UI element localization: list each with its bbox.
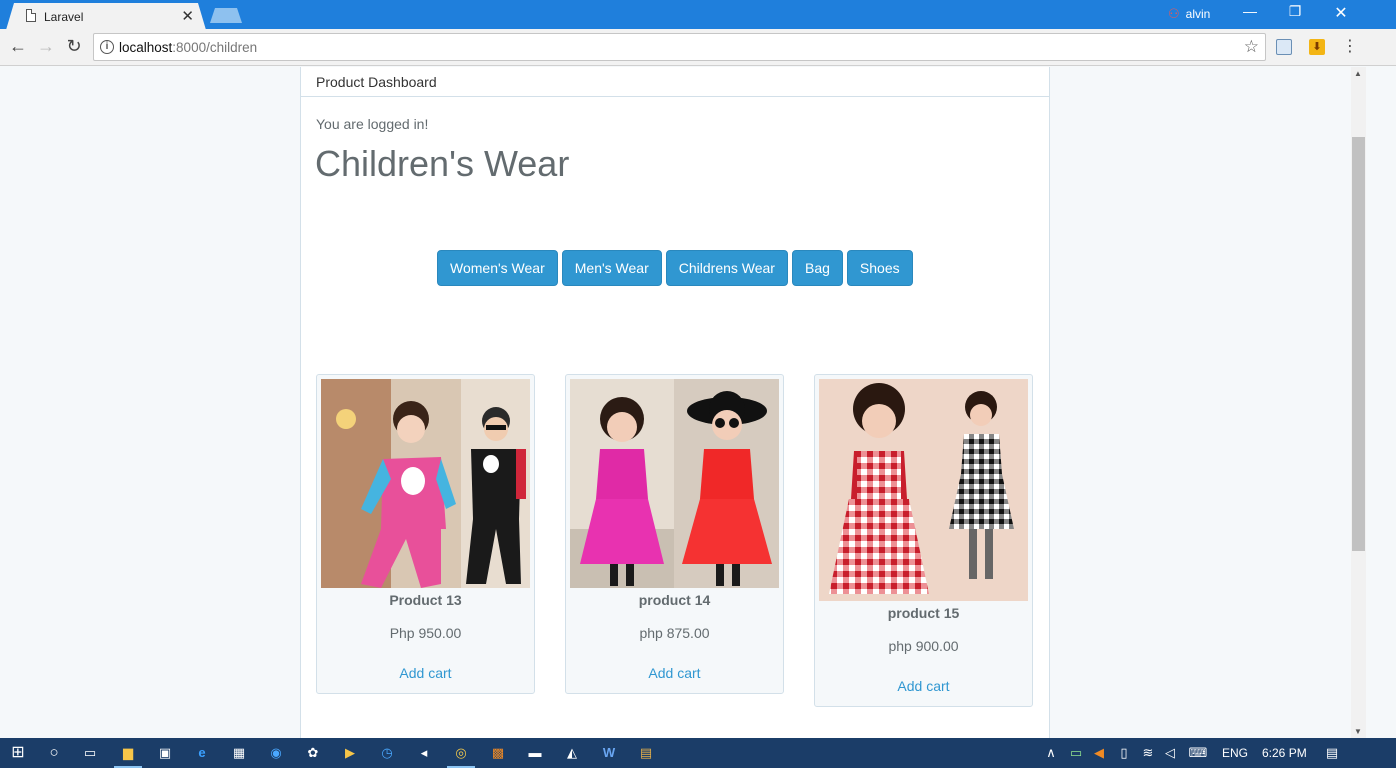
page-scrollbar[interactable]: ▲ ▼	[1351, 67, 1366, 738]
scroll-down-icon[interactable]: ▼	[1354, 727, 1362, 736]
add-cart-link[interactable]: Add cart	[317, 665, 534, 681]
xampp-icon[interactable]: ▩	[488, 743, 508, 763]
mens-wear-button[interactable]: Men's Wear	[561, 250, 662, 286]
incognito-user-icon: ⚇	[1168, 6, 1180, 21]
speaker-icon[interactable]: ◁	[1160, 743, 1180, 763]
presentation-icon[interactable]: ▤	[636, 743, 656, 763]
restore-icon[interactable]: ❐	[1285, 3, 1305, 20]
sublime-icon[interactable]: ◭	[562, 743, 582, 763]
tab-title: Laravel	[44, 10, 84, 24]
usb-icon[interactable]: ▯	[1114, 743, 1134, 763]
forward-icon[interactable]: →	[36, 36, 56, 56]
tab-close-icon[interactable]: ✕	[181, 7, 194, 25]
scroll-up-icon[interactable]: ▲	[1354, 69, 1362, 78]
extension-download-icon[interactable]: ⬇	[1309, 39, 1325, 55]
edge-icon[interactable]: e	[192, 743, 212, 763]
close-window-icon[interactable]: ✕	[1331, 3, 1351, 23]
address-bar[interactable]: i localhost:8000/children ☆	[93, 33, 1266, 61]
product-card: product 14 php 875.00 Add cart	[565, 374, 784, 694]
login-status: You are logged in!	[316, 116, 429, 132]
scrollbar-thumb[interactable]	[1352, 137, 1365, 551]
browser-toolbar: ← → ↻ i localhost:8000/children ☆	[0, 29, 1396, 66]
word-icon[interactable]: W	[599, 743, 619, 763]
product-image[interactable]	[321, 379, 530, 588]
keyboard-icon[interactable]: ⌨	[1188, 743, 1208, 763]
profile-name: alvin	[1185, 7, 1211, 21]
bookmark-star-icon[interactable]: ☆	[1244, 37, 1259, 57]
clock[interactable]: 6:26 PM	[1262, 746, 1307, 760]
page-title: Children's Wear	[315, 143, 570, 184]
battery-icon[interactable]: ▭	[1066, 743, 1086, 763]
alarm-icon[interactable]: ◷	[377, 743, 397, 763]
page-viewport: Product Dashboard You are logged in! Chi…	[0, 67, 1351, 738]
volume-warning-icon[interactable]: ◀	[1089, 743, 1109, 763]
file-explorer-icon[interactable]: ▆	[114, 743, 142, 768]
wifi-icon[interactable]: ≋	[1138, 743, 1158, 763]
store-icon[interactable]: ▣	[155, 743, 175, 763]
reload-icon[interactable]: ↻	[64, 36, 84, 56]
product-image[interactable]	[819, 379, 1028, 601]
minimize-icon[interactable]: —	[1240, 3, 1260, 19]
windows-start-icon[interactable]: ⊞	[8, 743, 28, 763]
childrens-wear-button[interactable]: Childrens Wear	[665, 250, 788, 286]
messenger-icon[interactable]: ◉	[266, 743, 286, 763]
product-image[interactable]	[570, 379, 779, 588]
browser-titlebar: Laravel ✕ ⚇ alvin — ❐ ✕	[0, 0, 1396, 30]
windows-taskbar: ⊞ ○ ▭ ▆ ▣ e ▦ ◉ ✿ ▶ ◷ ◂ ◎ ▩ ▬ ◭ W ▤ ∧ ▭ …	[0, 738, 1396, 768]
calculator-icon[interactable]: ▦	[229, 743, 249, 763]
womens-wear-button[interactable]: Women's Wear	[437, 250, 558, 286]
action-center-icon[interactable]: ▤	[1322, 743, 1342, 763]
product-card: product 15 php 900.00 Add cart	[814, 374, 1033, 707]
product-price: php 875.00	[639, 625, 710, 641]
cortana-icon[interactable]: ○	[44, 743, 64, 763]
add-cart-link[interactable]: Add cart	[566, 665, 783, 681]
sound-app-icon[interactable]: ◂	[414, 743, 434, 763]
chrome-menu-icon[interactable]: ⋮	[1342, 36, 1358, 56]
panel-heading: Product Dashboard	[301, 67, 1049, 97]
shoes-button[interactable]: Shoes	[846, 250, 913, 286]
extension-camera-icon[interactable]	[1276, 39, 1292, 55]
profile-button[interactable]: ⚇ alvin	[1168, 6, 1210, 22]
language-indicator[interactable]: ENG	[1222, 746, 1248, 760]
product-card: Product 13 Php 950.00 Add cart	[316, 374, 535, 694]
product-price: Php 950.00	[389, 625, 462, 641]
task-view-icon[interactable]: ▭	[80, 743, 100, 763]
dashboard-panel: Product Dashboard You are logged in! Chi…	[300, 67, 1050, 738]
url-text: localhost:8000/children	[119, 40, 258, 55]
back-icon[interactable]: ←	[8, 36, 28, 56]
product-name: product 14	[638, 592, 711, 608]
paint-icon[interactable]: ✿	[303, 743, 323, 763]
product-price: php 900.00	[888, 638, 959, 654]
browser-tab[interactable]: Laravel ✕	[6, 3, 206, 30]
category-buttons: Women's Wear Men's Wear Childrens Wear B…	[437, 250, 913, 286]
new-tab-button[interactable]	[210, 8, 242, 23]
show-hidden-icons[interactable]: ∧	[1041, 743, 1061, 763]
product-name: Product 13	[389, 592, 462, 608]
add-cart-link[interactable]: Add cart	[815, 678, 1032, 694]
command-prompt-icon[interactable]: ▬	[525, 743, 545, 763]
info-icon[interactable]: i	[100, 40, 114, 54]
bag-button[interactable]: Bag	[791, 250, 843, 286]
media-player-icon[interactable]: ▶	[340, 743, 360, 763]
page-icon	[26, 9, 36, 22]
product-name: product 15	[887, 605, 960, 621]
chrome-icon[interactable]: ◎	[447, 743, 475, 768]
